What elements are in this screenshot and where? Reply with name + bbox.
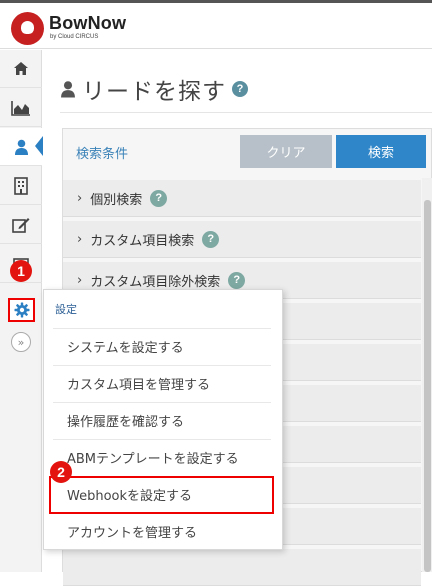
clear-button[interactable]: クリア bbox=[240, 135, 332, 168]
home-icon bbox=[14, 62, 28, 75]
page-title: リードを探す ? bbox=[60, 72, 248, 106]
accordion-individual-search[interactable]: › 個別検索 ? bbox=[63, 180, 421, 217]
help-icon[interactable]: ? bbox=[150, 189, 168, 207]
webhook-highlight-box bbox=[49, 476, 274, 514]
callout-badge-1: 1 bbox=[10, 260, 32, 282]
scrollbar-thumb[interactable] bbox=[424, 200, 431, 572]
app-name: BowNow bbox=[49, 13, 127, 33]
title-divider bbox=[60, 112, 432, 113]
sidebar-expand-button[interactable]: » bbox=[11, 332, 31, 352]
search-button[interactable]: 検索 bbox=[336, 135, 426, 168]
person-icon bbox=[14, 139, 28, 155]
menu-item-abm-template[interactable]: ABMテンプレートを設定する bbox=[53, 439, 271, 475]
app-subtitle: by Cloud CIRCUS bbox=[50, 34, 99, 40]
accordion-label: 個別検索 bbox=[90, 192, 143, 208]
callout-badge-2: 2 bbox=[50, 461, 72, 483]
menu-item-operation-history[interactable]: 操作履歴を確認する bbox=[53, 402, 271, 438]
bownow-logo-icon[interactable] bbox=[11, 12, 44, 45]
chevron-right-icon: › bbox=[77, 190, 83, 206]
menu-item-account[interactable]: アカウントを管理する bbox=[53, 513, 271, 549]
chevron-right-icon: › bbox=[77, 272, 83, 288]
help-icon[interactable]: ? bbox=[228, 271, 246, 289]
menu-item-custom-fields[interactable]: カスタム項目を管理する bbox=[53, 365, 271, 401]
gear-icon bbox=[14, 302, 29, 318]
help-icon[interactable]: ? bbox=[232, 81, 248, 97]
person-title-icon bbox=[61, 81, 75, 98]
sidebar-item-leads[interactable] bbox=[0, 128, 43, 166]
chevron-right-icon: › bbox=[77, 231, 83, 247]
page-title-text: リードを探す bbox=[82, 79, 226, 105]
search-conditions-label: 検索条件 bbox=[76, 147, 129, 162]
sidebar-item-settings[interactable] bbox=[8, 298, 35, 322]
building-icon bbox=[14, 176, 28, 195]
sidebar-item-forms[interactable] bbox=[0, 206, 42, 244]
menu-item-system-settings[interactable]: システムを設定する bbox=[53, 328, 271, 364]
accordion-custom-field-search[interactable]: › カスタム項目検索 ? bbox=[63, 221, 421, 258]
accordion-row[interactable] bbox=[63, 549, 421, 586]
edit-icon bbox=[12, 217, 30, 233]
sidebar-item-home[interactable] bbox=[0, 50, 42, 88]
settings-menu-header: 設定 bbox=[55, 303, 77, 316]
accordion-label: カスタム項目検索 bbox=[90, 233, 195, 249]
accordion-label: カスタム項目除外検索 bbox=[90, 274, 221, 290]
sidebar-item-companies[interactable] bbox=[0, 167, 42, 205]
sidebar-item-reports[interactable] bbox=[0, 89, 42, 127]
app-header: BowNow by Cloud CIRCUS bbox=[0, 3, 432, 49]
chart-icon bbox=[11, 100, 30, 116]
help-icon[interactable]: ? bbox=[202, 230, 220, 248]
